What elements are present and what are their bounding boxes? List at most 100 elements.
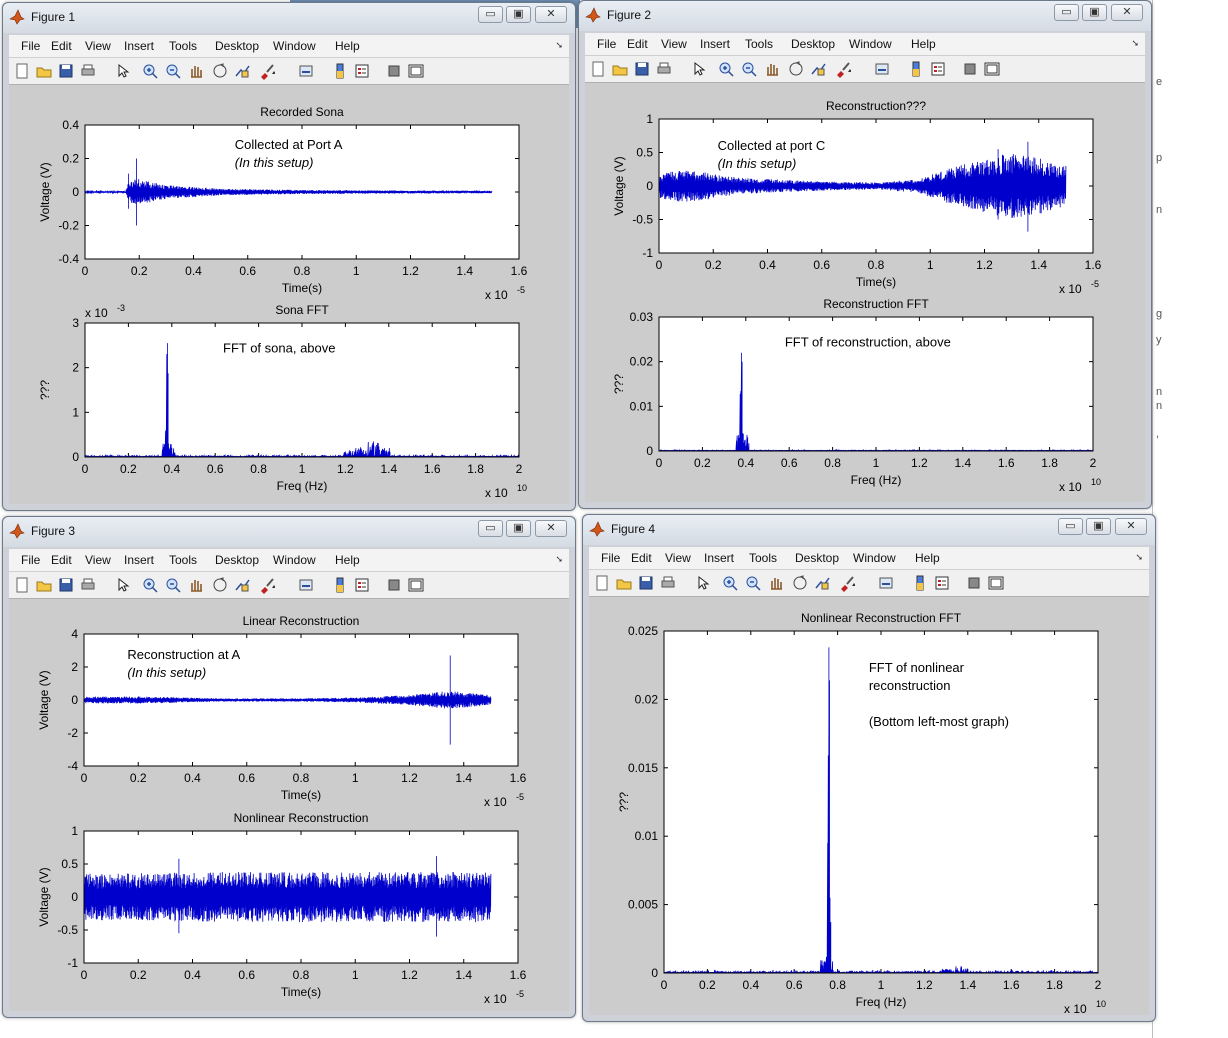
maximize-button[interactable]: ▣ (1086, 518, 1111, 535)
axes[interactable]: Sona FFT0 0.2 0.4 0.6 0.8 1 1.2 1.4 1.6 1.8 23210F… (38, 303, 527, 500)
close-button[interactable]: ✕ (1111, 4, 1143, 21)
legend-icon[interactable] (929, 60, 947, 78)
print-icon[interactable] (79, 62, 97, 80)
title-bar[interactable]: Figure 4 ▭ ▣ ✕ (583, 515, 1155, 545)
print-icon[interactable] (655, 60, 673, 78)
close-button[interactable]: ✕ (535, 6, 567, 23)
menu-help[interactable]: Help (335, 553, 360, 567)
print-icon[interactable] (659, 574, 677, 592)
axes[interactable]: Nonlinear Reconstruction FFT 0 0.2 0.4 0.6 0.… (617, 611, 1106, 1015)
data-cursor-icon[interactable] (233, 62, 251, 80)
new-figure-icon[interactable] (593, 574, 611, 592)
link-icon[interactable] (873, 60, 891, 78)
minimize-button[interactable]: ▭ (478, 6, 503, 23)
menu-window[interactable]: Window (273, 553, 316, 567)
maximize-button[interactable]: ▣ (506, 6, 531, 23)
menu-desktop[interactable]: Desktop (215, 553, 259, 567)
zoom-out-icon[interactable] (164, 576, 182, 594)
menu-file[interactable]: File (601, 551, 620, 565)
title-bar[interactable]: Figure 1 ▭ ▣ ✕ (3, 3, 575, 33)
legend-icon[interactable] (353, 62, 371, 80)
menu-insert[interactable]: Insert (124, 39, 154, 53)
menu-window[interactable]: Window (849, 37, 892, 51)
menu-dock-arrow-icon[interactable]: ➘ (555, 554, 563, 565)
menu-tools[interactable]: Tools (749, 551, 777, 565)
print-icon[interactable] (79, 576, 97, 594)
brush-icon[interactable] (833, 60, 851, 78)
close-button[interactable]: ✕ (535, 520, 567, 537)
maximize-button[interactable]: ▣ (1082, 4, 1107, 21)
menu-file[interactable]: File (597, 37, 616, 51)
open-file-icon[interactable] (615, 574, 633, 592)
zoom-in-icon[interactable] (721, 574, 739, 592)
link-icon[interactable] (877, 574, 895, 592)
close-button[interactable]: ✕ (1115, 518, 1147, 535)
menu-view[interactable]: View (665, 551, 691, 565)
hide-plot-tools-icon[interactable] (961, 60, 979, 78)
hide-plot-tools-icon[interactable] (385, 62, 403, 80)
zoom-out-icon[interactable] (164, 62, 182, 80)
menu-view[interactable]: View (85, 39, 111, 53)
axes[interactable]: Reconstruction??? 0 0.2 0.4 0.6 0.8 1 1.2 1.4 1.6… (612, 99, 1102, 296)
colorbar-icon[interactable] (331, 576, 349, 594)
pointer-icon[interactable] (113, 62, 131, 80)
menu-edit[interactable]: Edit (51, 553, 72, 567)
minimize-button[interactable]: ▭ (1054, 4, 1079, 21)
pointer-icon[interactable] (113, 576, 131, 594)
menu-desktop[interactable]: Desktop (791, 37, 835, 51)
link-icon[interactable] (297, 576, 315, 594)
save-icon[interactable] (637, 574, 655, 592)
title-bar[interactable]: Figure 2 ▭ ▣ ✕ (579, 1, 1151, 31)
menu-desktop[interactable]: Desktop (795, 551, 839, 565)
pan-icon[interactable] (767, 574, 785, 592)
data-cursor-icon[interactable] (813, 574, 831, 592)
save-icon[interactable] (633, 60, 651, 78)
figure-window[interactable]: Figure 2 ▭ ▣ ✕ File Edit View Insert Tools Deskto… (578, 0, 1152, 509)
colorbar-icon[interactable] (911, 574, 929, 592)
zoom-out-icon[interactable] (740, 60, 758, 78)
rotate-icon[interactable] (791, 574, 809, 592)
pan-icon[interactable] (187, 62, 205, 80)
legend-icon[interactable] (933, 574, 951, 592)
menu-dock-arrow-icon[interactable]: ➘ (1131, 38, 1139, 49)
minimize-button[interactable]: ▭ (478, 520, 503, 537)
pan-icon[interactable] (187, 576, 205, 594)
figure-window[interactable]: Figure 1 ▭ ▣ ✕ File Edit View Insert Tools Deskto… (2, 2, 576, 511)
brush-icon[interactable] (257, 576, 275, 594)
new-figure-icon[interactable] (13, 62, 31, 80)
menu-tools[interactable]: Tools (745, 37, 773, 51)
menu-desktop[interactable]: Desktop (215, 39, 259, 53)
menu-window[interactable]: Window (273, 39, 316, 53)
hide-plot-tools-icon[interactable] (385, 576, 403, 594)
rotate-icon[interactable] (211, 576, 229, 594)
menu-window[interactable]: Window (853, 551, 896, 565)
menu-view[interactable]: View (661, 37, 687, 51)
zoom-in-icon[interactable] (717, 60, 735, 78)
zoom-out-icon[interactable] (744, 574, 762, 592)
show-plot-tools-icon[interactable] (987, 574, 1005, 592)
menu-insert[interactable]: Insert (124, 553, 154, 567)
colorbar-icon[interactable] (331, 62, 349, 80)
maximize-button[interactable]: ▣ (506, 520, 531, 537)
show-plot-tools-icon[interactable] (407, 576, 425, 594)
menu-help[interactable]: Help (911, 37, 936, 51)
open-file-icon[interactable] (35, 576, 53, 594)
colorbar-icon[interactable] (907, 60, 925, 78)
menu-insert[interactable]: Insert (704, 551, 734, 565)
menu-view[interactable]: View (85, 553, 111, 567)
title-bar[interactable]: Figure 3 ▭ ▣ ✕ (3, 517, 575, 547)
menu-edit[interactable]: Edit (627, 37, 648, 51)
zoom-in-icon[interactable] (141, 576, 159, 594)
menu-help[interactable]: Help (915, 551, 940, 565)
rotate-icon[interactable] (787, 60, 805, 78)
menu-dock-arrow-icon[interactable]: ➘ (555, 40, 563, 51)
legend-icon[interactable] (353, 576, 371, 594)
axes[interactable]: Nonlinear Reconstruction 0 0.2 0.4 0.6 0.8 1 1.… (37, 811, 527, 1006)
rotate-icon[interactable] (211, 62, 229, 80)
menu-edit[interactable]: Edit (631, 551, 652, 565)
show-plot-tools-icon[interactable] (983, 60, 1001, 78)
menu-file[interactable]: File (21, 553, 40, 567)
menu-tools[interactable]: Tools (169, 553, 197, 567)
figure-window[interactable]: Figure 3 ▭ ▣ ✕ File Edit View Insert Tools Deskto… (2, 516, 576, 1018)
data-cursor-icon[interactable] (233, 576, 251, 594)
